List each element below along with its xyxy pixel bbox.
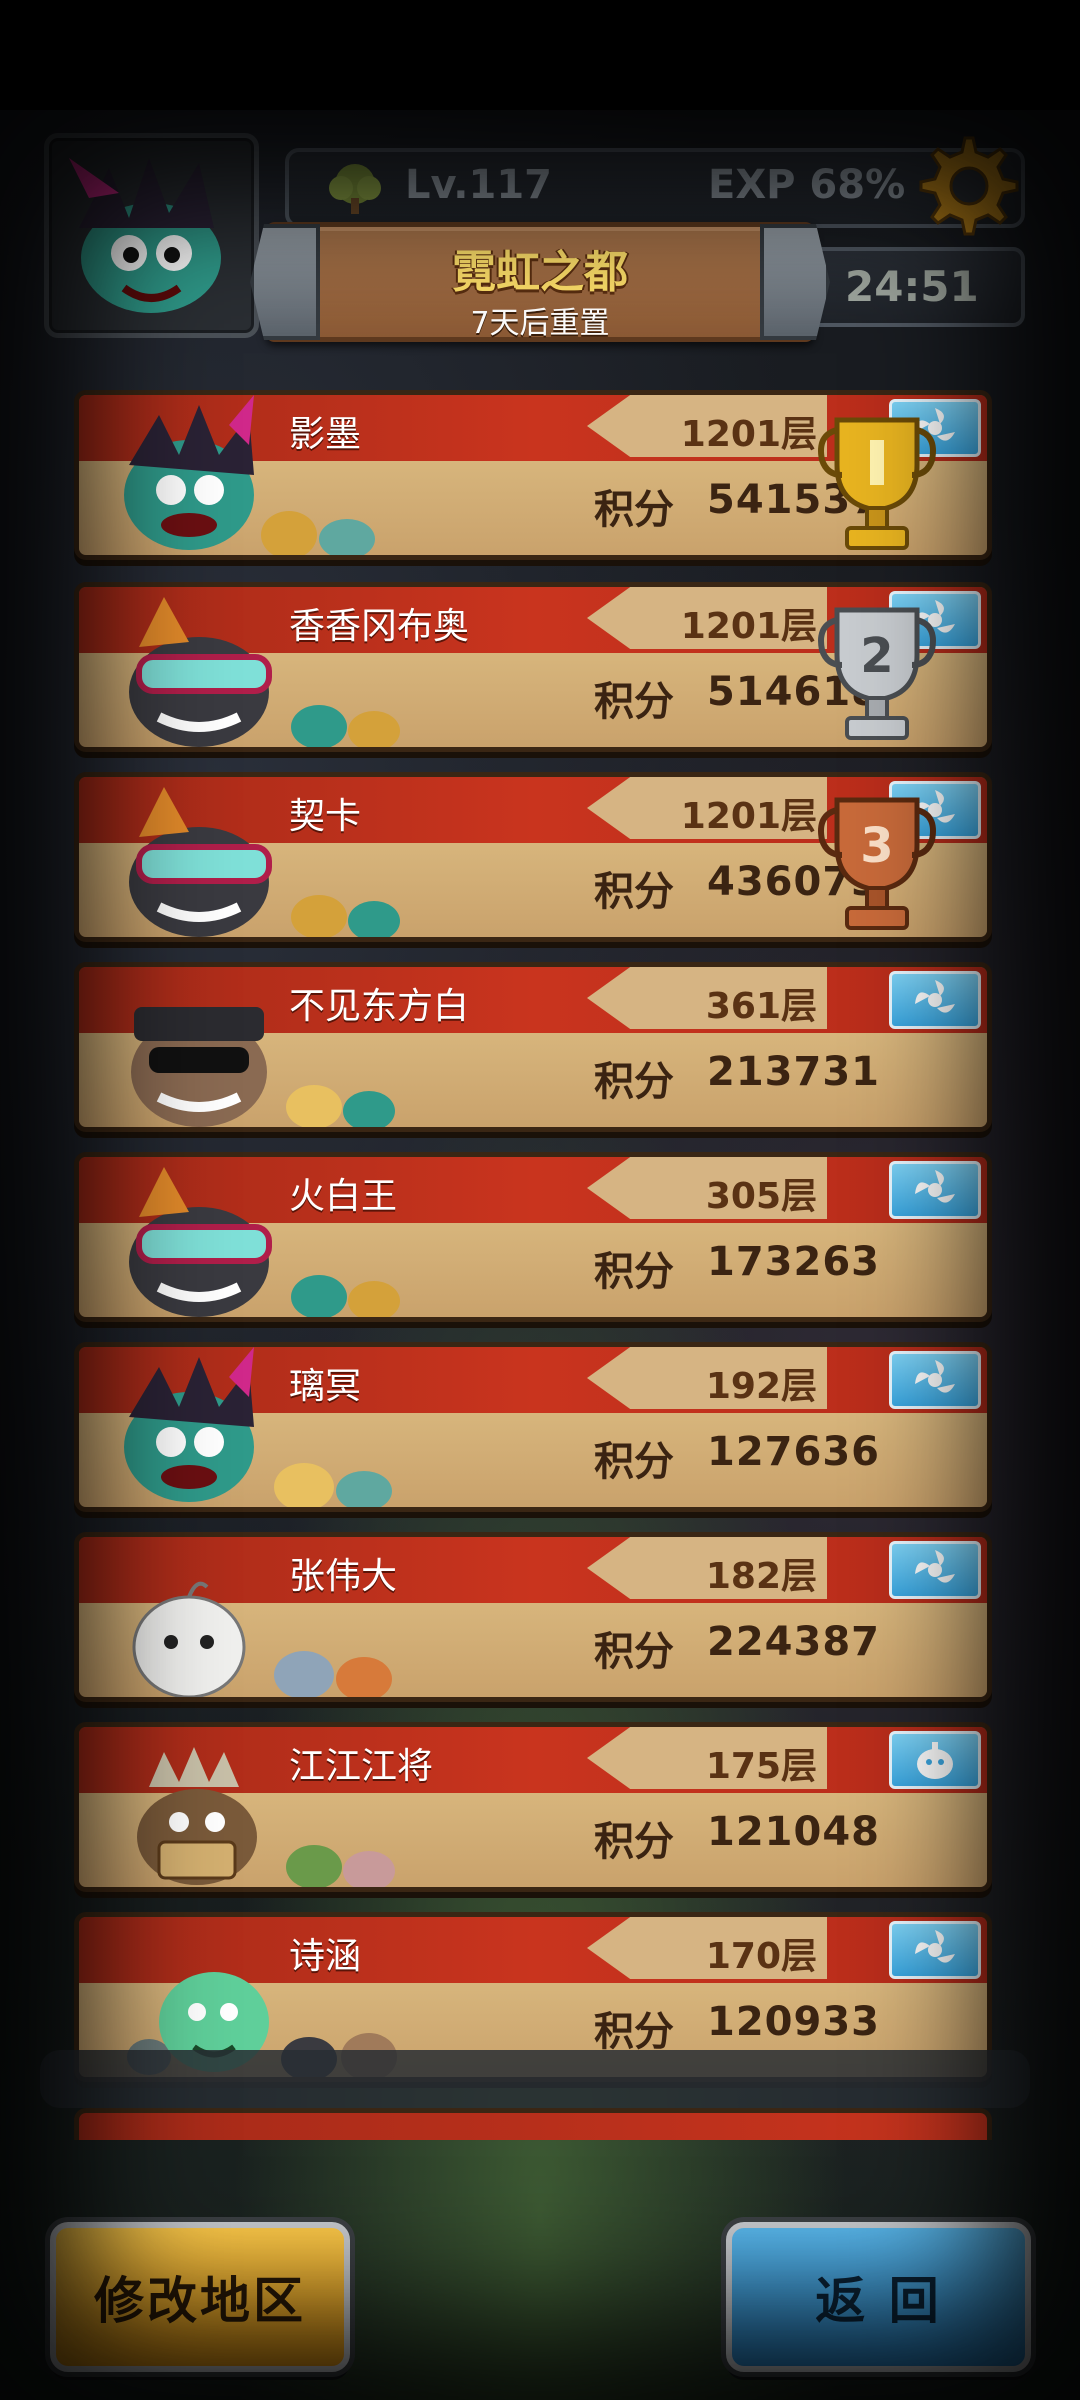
chat-strip[interactable] [40,2050,1030,2108]
floor-count: 305层 [705,1176,817,1217]
score-label: 积分 [594,679,674,725]
leaderboard-row[interactable]: 张伟大 182层 积分 224387 [74,1532,992,1702]
leaderboard-row[interactable]: 火白王 305层 积分 173263 [74,1152,992,1322]
bronze-trophy-icon: 3 [818,797,936,930]
pet-team [79,1347,419,1507]
player-name: 不见东方白 [289,986,470,1027]
svg-text:3: 3 [860,818,893,874]
fan-icon [889,1351,981,1409]
score-value: 127636 [707,1429,880,1475]
leaderboard[interactable]: 影墨 1201层 积分 541537 香香冈布奥 1201层 积分 514618 [0,0,1080,2400]
player-name: 火白王 [289,1176,398,1217]
silver-trophy-icon: 2 [818,607,936,740]
score-label: 积分 [594,1059,674,1105]
leaderboard-row-partial[interactable] [74,2108,992,2140]
score-label: 积分 [594,2009,674,2055]
floor-count: 1201层 [680,414,817,455]
floor-count: 170层 [705,1936,817,1977]
pet-team [79,395,419,555]
pet-team [79,777,419,937]
fan-icon [889,971,981,1029]
pumpkin-icon [889,1731,981,1789]
leaderboard-row[interactable]: 江江江将 175层 积分 121048 [74,1722,992,1892]
leaderboard-row[interactable]: 璃冥 192层 积分 127636 [74,1342,992,1512]
floor-count: 182层 [705,1556,817,1597]
score-value: 213731 [707,1049,880,1095]
floor-count: 1201层 [680,796,817,837]
fan-icon [889,1161,981,1219]
floor-count: 192层 [705,1366,817,1407]
score-label: 积分 [594,1439,674,1485]
player-name: 江江江将 [289,1746,434,1787]
player-name: 诗涵 [289,1936,362,1977]
change-region-label: 修改地区 [94,2272,306,2330]
score-value: 224387 [707,1619,880,1665]
score-value: 121048 [707,1809,880,1855]
player-name: 影墨 [289,414,362,455]
leaderboard-row[interactable]: 不见东方白 361层 积分 213731 [74,962,992,1132]
score-value: 120933 [707,1999,880,2045]
score-value: 173263 [707,1239,880,1285]
score-label: 积分 [594,1819,674,1865]
back-label: 返 回 [815,2272,942,2330]
floor-count: 175层 [705,1746,817,1787]
floor-count: 1201层 [680,606,817,647]
gold-trophy-icon [818,417,936,550]
player-name: 张伟大 [289,1556,398,1597]
player-name: 契卡 [289,796,362,837]
change-region-button[interactable]: 修改地区 [50,2222,350,2372]
score-label: 积分 [594,1629,674,1675]
back-button[interactable]: 返 回 [726,2222,1031,2372]
floor-count: 361层 [705,986,817,1027]
score-label: 积分 [594,869,674,915]
score-label: 积分 [594,1249,674,1295]
player-name: 香香冈布奥 [289,606,470,647]
fan-icon [889,1541,981,1599]
player-name: 璃冥 [289,1366,362,1407]
score-label: 积分 [594,487,674,533]
svg-text:2: 2 [860,628,893,684]
fan-icon [889,1921,981,1979]
